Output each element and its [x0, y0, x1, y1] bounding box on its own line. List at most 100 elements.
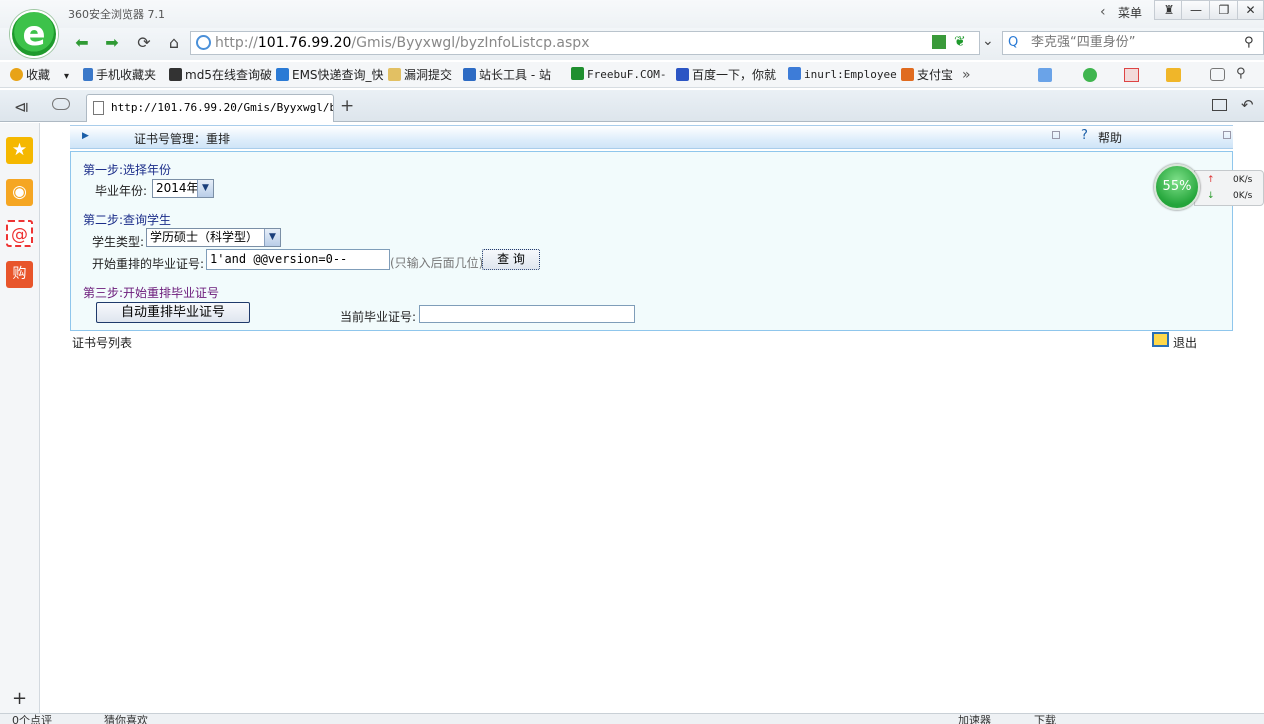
alipay-icon: [901, 68, 914, 81]
menu-button[interactable]: 菜单: [1118, 4, 1142, 21]
url-input[interactable]: http://101.76.99.20/Gmis/Byyxwgl/byzInfo…: [190, 31, 980, 55]
bookmark-alipay[interactable]: 支付宝: [901, 66, 953, 84]
url-prefix: http://: [215, 35, 258, 51]
home-icon: ⌂: [168, 33, 180, 52]
new-tab-button[interactable]: +: [340, 96, 354, 116]
shopping-icon[interactable]: 购: [6, 261, 33, 288]
gamepad-icon[interactable]: [1210, 68, 1225, 81]
leaf-icon[interactable]: ❦: [954, 34, 966, 50]
arrow-up-icon: ↑: [1207, 175, 1215, 185]
shield-icon[interactable]: [1083, 68, 1097, 82]
undo-close-icon[interactable]: ↶: [1241, 96, 1254, 114]
help-icon: ?: [1081, 128, 1088, 143]
status-comments[interactable]: 0个点评: [12, 714, 52, 724]
hint-text: (只输入后面几位): [390, 256, 484, 270]
list-title: 证书号列表: [72, 336, 133, 350]
type-select[interactable]: 学历硕士（科学型） ▼: [146, 228, 281, 247]
document-icon: [93, 101, 104, 115]
current-number-label: 当前毕业证号:: [340, 310, 417, 324]
bookmark-label: 百度一下，你就: [692, 68, 777, 82]
expand-icon[interactable]: [1223, 131, 1231, 139]
arrow-right-icon: ➡: [105, 33, 119, 52]
globe-icon: [196, 35, 211, 50]
bookmark-freebuf[interactable]: FreebuF.COM-: [571, 66, 666, 84]
chart-icon: [463, 68, 476, 81]
bookmark-webmaster[interactable]: 站长工具 - 站: [463, 66, 551, 84]
bookmark-label: 支付宝: [917, 68, 954, 82]
arrow-left-icon: ⬅: [75, 33, 89, 52]
paw-icon: [676, 68, 689, 81]
qrcode-icon[interactable]: [932, 35, 946, 49]
year-select[interactable]: 2014年 ▼: [152, 179, 214, 198]
bookmark-google[interactable]: inurl:Employee: [788, 66, 897, 84]
search-input[interactable]: 李克强“四重身份”: [1002, 31, 1264, 55]
bookmark-ems[interactable]: EMS快递查询_快: [276, 66, 384, 84]
auto-renumber-button[interactable]: 自动重排毕业证号: [96, 302, 250, 323]
bookmark-label: 漏洞提交: [404, 68, 453, 82]
mail-icon[interactable]: @: [6, 220, 33, 247]
bookmark-mobile[interactable]: 手机收藏夹: [83, 66, 156, 84]
status-accelerator[interactable]: 加速器: [958, 714, 991, 724]
bookmark-label: FreebuF.COM-: [587, 68, 667, 81]
e-logo-icon: e: [22, 14, 46, 54]
bookmark-label: 收藏: [26, 68, 51, 82]
chevron-left-icon[interactable]: ‹: [1100, 4, 1106, 20]
star-icon[interactable]: ★: [6, 137, 33, 164]
url-host: 101.76.99.20: [257, 35, 352, 51]
url-path: /Gmis/Byyxwgl/byzInfoListcp.aspx: [351, 35, 590, 51]
refresh-button[interactable]: ⟳: [132, 32, 156, 54]
bookmark-baidu[interactable]: 百度一下，你就: [676, 66, 776, 84]
tab-title: http://101.76.99.20/Gmis/Byyxwgl/b: [111, 101, 334, 114]
more-bookmarks-icon[interactable]: »: [962, 66, 971, 84]
expand-icon[interactable]: [1052, 131, 1060, 139]
search-icon[interactable]: ⚲: [1244, 35, 1254, 50]
bookmark-md5[interactable]: md5在线查询破: [169, 66, 272, 84]
status-bar: 0个点评 猜你喜欢 加速器 下载: [0, 713, 1264, 724]
search-icon[interactable]: ⚲: [1236, 66, 1246, 81]
weibo-icon[interactable]: ◉: [6, 179, 33, 206]
star-plus-icon: [10, 68, 23, 81]
apps-icon[interactable]: [1038, 68, 1052, 82]
bookmark-label: 手机收藏夹: [96, 68, 157, 82]
year-label: 毕业年份:: [95, 184, 148, 198]
forward-button[interactable]: ➡: [100, 32, 124, 54]
title-bar: [0, 0, 1264, 28]
speed-ball[interactable]: 55%: [1154, 164, 1200, 210]
adblock-icon[interactable]: [1124, 68, 1139, 82]
window-list-icon[interactable]: [1212, 99, 1227, 111]
status-recommend[interactable]: 猜你喜欢: [104, 714, 148, 724]
logout-link[interactable]: 退出: [1173, 334, 1197, 351]
home-button[interactable]: ⌂: [162, 32, 186, 54]
ems-icon: [276, 68, 289, 81]
query-button[interactable]: 查 询: [482, 249, 540, 270]
add-sidebar-button[interactable]: +: [12, 688, 27, 709]
step1-heading: 第一步:选择年份: [83, 163, 172, 177]
back-button[interactable]: ⬅: [70, 32, 94, 54]
type-label: 学生类型:: [92, 235, 145, 249]
tab-back-icon[interactable]: ⧏: [14, 98, 29, 116]
search-engine-icon[interactable]: Q: [1008, 35, 1018, 50]
start-number-input[interactable]: 1'and @@version=0--: [206, 249, 390, 270]
step3-heading: 第三步:开始重排毕业证号: [83, 286, 220, 300]
upload-speed: 0K/s: [1233, 175, 1253, 185]
cloud-icon[interactable]: [52, 98, 70, 110]
skin-button[interactable]: ♜: [1154, 0, 1184, 20]
tab-current[interactable]: http://101.76.99.20/Gmis/Byyxwgl/b: [86, 94, 334, 122]
network-speed-widget[interactable]: ↑ 0K/s ↓ 0K/s 55%: [1150, 162, 1264, 212]
phone-icon: [83, 68, 93, 81]
current-number-input[interactable]: [419, 305, 635, 323]
folder-icon: [388, 68, 401, 81]
minimize-button[interactable]: —: [1181, 0, 1211, 20]
triangle-right-icon: ▶: [82, 131, 89, 141]
chevron-down-icon[interactable]: ⌄: [982, 33, 994, 49]
close-button[interactable]: ✕: [1237, 0, 1264, 20]
maximize-button[interactable]: ❐: [1209, 0, 1239, 20]
start-number-label: 开始重排的毕业证号:: [92, 257, 205, 271]
status-download[interactable]: 下载: [1034, 714, 1056, 724]
bookmark-vuln[interactable]: 漏洞提交: [388, 66, 452, 84]
browser-logo[interactable]: e: [10, 10, 58, 58]
bookmark-label: inurl:Employee: [804, 68, 897, 81]
screenshot-icon[interactable]: [1166, 68, 1181, 82]
bookmark-favorites[interactable]: 收藏 ▾: [10, 66, 69, 84]
help-link[interactable]: 帮助: [1098, 129, 1122, 146]
